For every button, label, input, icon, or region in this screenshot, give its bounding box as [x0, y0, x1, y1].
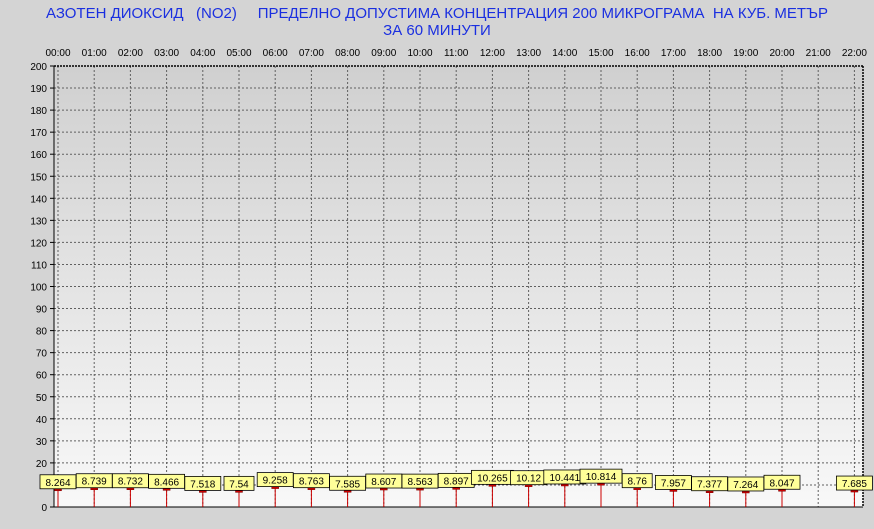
y-tick-label: 20: [36, 459, 48, 470]
y-tick-label: 80: [36, 327, 48, 338]
y-tick-label: 180: [30, 106, 47, 117]
x-tick-label: 07:00: [299, 48, 324, 59]
data-label: 8.897: [444, 476, 469, 487]
data-label: 7.685: [842, 479, 867, 490]
y-tick-label: 130: [30, 216, 47, 227]
data-label: 7.264: [733, 480, 758, 491]
data-label: 10.12: [516, 474, 541, 485]
x-tick-label: 19:00: [733, 48, 758, 59]
x-tick-label: 17:00: [661, 48, 686, 59]
data-label: 8.466: [154, 477, 179, 488]
y-tick-label: 140: [30, 194, 47, 205]
y-tick-label: 50: [36, 393, 48, 404]
y-tick-label: 70: [36, 349, 48, 360]
data-label: 7.377: [697, 480, 722, 491]
chart: АЗОТЕН ДИОКСИД (NO2) ПРЕДЕЛНО ДОПУСТИМА …: [0, 0, 874, 529]
x-tick-label: 11:00: [444, 48, 469, 59]
x-tick-label: 09:00: [371, 48, 396, 59]
y-tick-label: 190: [30, 84, 47, 95]
y-tick-label: 110: [31, 260, 47, 271]
x-tick-label: 13:00: [516, 48, 541, 59]
x-tick-label: 20:00: [769, 48, 794, 59]
x-tick-label: 21:00: [806, 48, 831, 59]
plot-area: 0 20 30 40 50 60 70 80 90 100 110 120 130 140 150 160 17…: [30, 48, 873, 514]
x-tick-label: 15:00: [588, 48, 613, 59]
data-label: 8.732: [118, 477, 143, 488]
x-tick-label: 05:00: [226, 48, 251, 59]
data-label: 10.441: [550, 473, 581, 484]
x-tick-label: 08:00: [335, 48, 360, 59]
data-label: 8.563: [407, 477, 432, 488]
y-tick-label: 0: [41, 503, 47, 514]
x-tick-label: 00:00: [45, 48, 70, 59]
data-label: 8.047: [769, 478, 794, 489]
x-tick-label: 10:00: [407, 48, 432, 59]
x-tick-label: 12:00: [480, 48, 505, 59]
y-tick-label: 100: [30, 283, 47, 294]
x-tick-label: 18:00: [697, 48, 722, 59]
x-tick-label: 16:00: [625, 48, 650, 59]
data-label: 8.76: [627, 477, 647, 488]
data-label: 7.518: [190, 479, 215, 490]
y-tick-label: 40: [36, 415, 48, 426]
data-label: 8.607: [371, 477, 396, 488]
data-label: 9.258: [263, 476, 288, 487]
x-tick-label: 22:00: [842, 48, 867, 59]
x-tick-label: 03:00: [154, 48, 179, 59]
data-label: 7.54: [229, 479, 249, 490]
y-tick-label: 170: [30, 128, 47, 139]
data-label: 7.957: [661, 478, 686, 489]
data-label: 10.814: [586, 472, 617, 483]
data-label: 8.763: [299, 477, 324, 488]
x-tick-label: 01:00: [82, 48, 107, 59]
y-tick-label: 150: [30, 172, 47, 183]
y-tick-label: 200: [30, 62, 47, 73]
data-label: 10.265: [477, 473, 508, 484]
y-tick-label: 160: [30, 150, 47, 161]
x-tick-label: 02:00: [118, 48, 143, 59]
x-tick-label: 14:00: [552, 48, 577, 59]
y-tick-label: 120: [30, 238, 47, 249]
data-label: 7.585: [335, 479, 360, 490]
y-tick-label: 30: [36, 437, 48, 448]
data-label: 8.739: [82, 477, 107, 488]
x-tick-label: 06:00: [263, 48, 288, 59]
y-tick-label: 60: [36, 371, 48, 382]
y-tick-label: 90: [36, 305, 48, 316]
x-tick-label: 04:00: [190, 48, 215, 59]
data-label: 8.264: [45, 478, 70, 489]
